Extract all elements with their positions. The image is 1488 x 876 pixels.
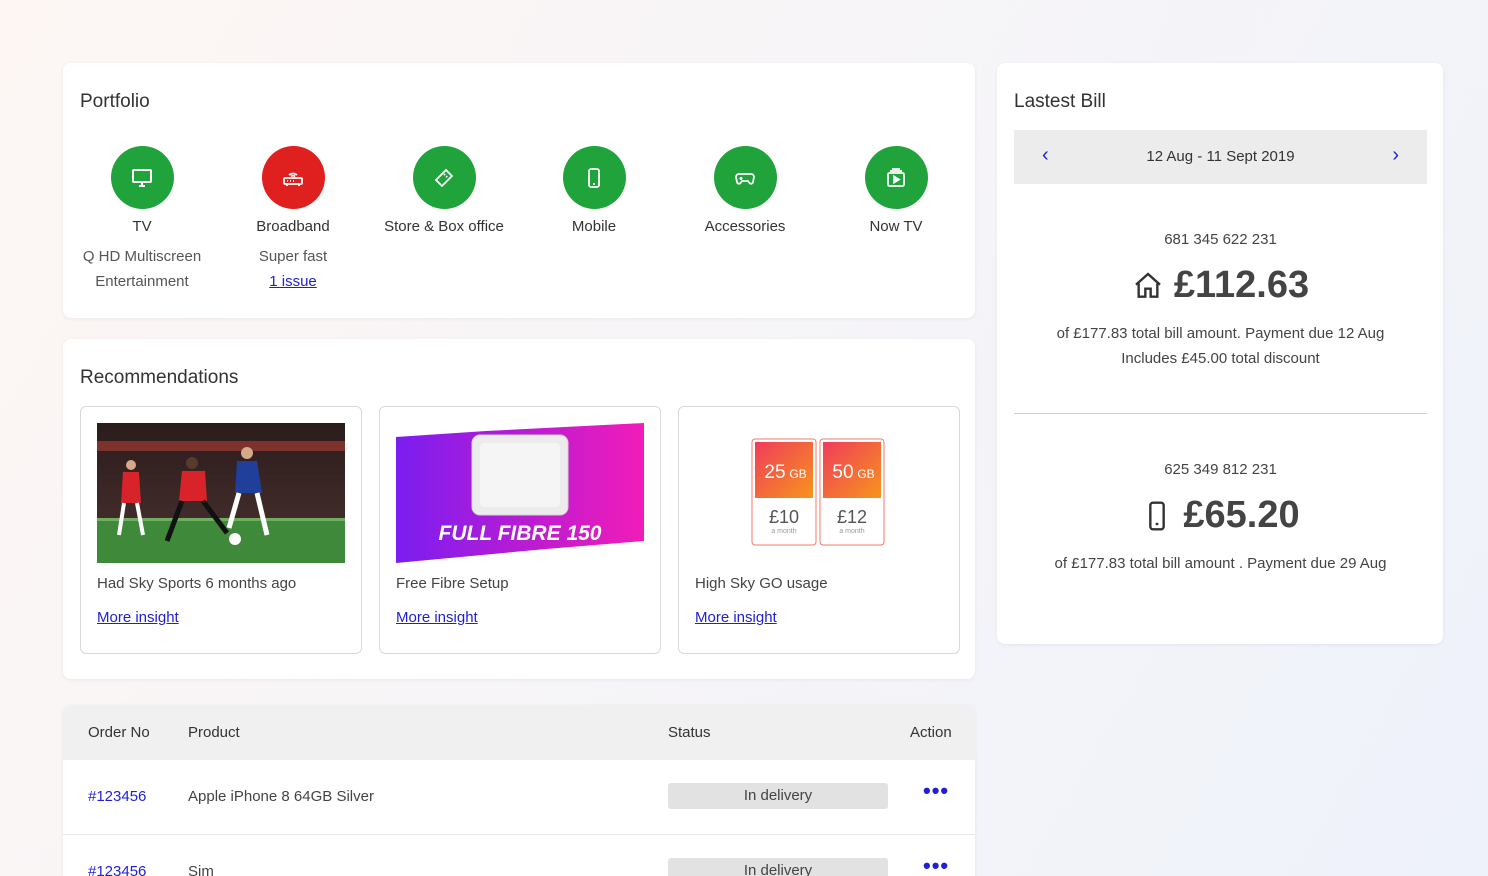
portfolio-item-broadband[interactable]: Broadband Super fast 1 issue: [218, 146, 368, 294]
recommendations-card: Recommendations Had Sky Sports 6 months …: [63, 339, 975, 679]
router-icon: [261, 146, 325, 209]
bill-description-line: of £177.83 total bill amount . Payment d…: [1054, 555, 1387, 572]
recommendations-title: Recommendations: [80, 367, 239, 388]
plan-card-50gb: 50 GB £12 a month: [819, 438, 885, 546]
plan-period: a month: [839, 528, 864, 535]
column-header-product: Product: [188, 724, 240, 741]
bill-period: 12 Aug - 11 Sept 2019: [1146, 148, 1295, 165]
more-actions-button[interactable]: •••: [923, 778, 949, 804]
more-insight-link[interactable]: More insight: [695, 609, 777, 626]
portfolio-item-subtitle: Super fast 1 issue: [218, 244, 368, 294]
bill-account-home: 681 345 622 231 £112.63 of £177.83 total…: [1014, 231, 1427, 371]
more-insight-link[interactable]: More insight: [396, 609, 478, 626]
column-header-order-no: Order No: [88, 724, 150, 741]
bill-period-selector: ‹ 12 Aug - 11 Sept 2019 ›: [1014, 130, 1427, 184]
recommendation-text: High Sky GO usage: [695, 575, 828, 592]
home-icon: [1135, 271, 1161, 298]
bill-description-line: of £177.83 total bill amount. Payment du…: [1056, 325, 1385, 342]
column-header-action: Action: [910, 724, 952, 741]
order-product: Sim: [188, 863, 214, 876]
more-actions-button[interactable]: •••: [923, 853, 949, 876]
account-number: 625 349 812 231: [1164, 461, 1277, 478]
portfolio-item-name: Store & Box office: [384, 218, 504, 235]
bill-description: of £177.83 total bill amount. Payment du…: [1014, 321, 1427, 371]
more-insight-link[interactable]: More insight: [97, 609, 179, 626]
plan-price: £10: [769, 507, 799, 527]
gamepad-icon: [713, 146, 777, 209]
bill-description: of £177.83 total bill amount . Payment d…: [1014, 551, 1427, 576]
data-plans-image: 25 GB £10 a month 50 GB £12 a month: [695, 423, 943, 563]
status-badge: In delivery: [668, 858, 888, 876]
portfolio-item-sub1: Q HD Multiscreen: [82, 248, 202, 265]
portfolio-item-name: TV: [132, 218, 152, 235]
order-number-link[interactable]: #123456: [88, 863, 146, 876]
portfolio-item-name: Accessories: [704, 218, 786, 235]
recommendation-sky-go[interactable]: 25 GB £10 a month 50 GB £12 a month High…: [678, 406, 960, 654]
bill-amount-line: £112.63: [1014, 264, 1427, 307]
portfolio-item-sub2: Entertainment: [95, 273, 189, 290]
account-number: 681 345 622 231: [1164, 231, 1277, 248]
ticket-icon: [412, 146, 476, 209]
portfolio-item-mobile[interactable]: Mobile: [519, 146, 669, 235]
plan-period: a month: [771, 528, 796, 535]
plan-card-25gb: 25 GB £10 a month: [751, 438, 817, 546]
plan-unit: GB: [789, 467, 806, 481]
portfolio-item-sub1: Super fast: [258, 248, 328, 265]
full-fibre-banner-text: FULL FIBRE 150: [439, 522, 602, 545]
table-row: #123456 Sim In delivery •••: [63, 835, 975, 876]
column-header-status: Status: [668, 724, 711, 741]
bill-title: Lastest Bill: [1014, 91, 1106, 112]
orders-table-header: Order No Product Status Action: [63, 705, 975, 760]
table-row: #123456 Apple iPhone 8 64GB Silver In de…: [63, 760, 975, 835]
portfolio-item-store[interactable]: Store & Box office: [369, 146, 519, 235]
football-match-image: [97, 423, 345, 563]
portfolio-item-accessories[interactable]: Accessories: [670, 146, 820, 235]
latest-bill-card: Lastest Bill ‹ 12 Aug - 11 Sept 2019 › 6…: [997, 63, 1443, 644]
bill-discount-line: Includes £45.00 total discount: [1121, 350, 1320, 367]
plan-unit: GB: [857, 467, 874, 481]
status-badge: In delivery: [668, 783, 888, 809]
now-tv-icon: [864, 146, 928, 209]
bill-amount: £65.20: [1183, 494, 1300, 536]
broadband-issue-link[interactable]: 1 issue: [218, 269, 368, 294]
bill-account-mobile: 625 349 812 231 £65.20 of £177.83 total …: [1014, 461, 1427, 576]
recommendation-sky-sports[interactable]: Had Sky Sports 6 months ago More insight: [80, 406, 362, 654]
chevron-right-icon[interactable]: ›: [1392, 144, 1399, 167]
plan-data: 25: [764, 462, 785, 483]
recommendation-text: Free Fibre Setup: [396, 575, 509, 592]
mobile-icon: [1149, 500, 1166, 531]
full-fibre-banner: FULL FIBRE 150: [396, 423, 644, 563]
recommendation-text: Had Sky Sports 6 months ago: [97, 575, 297, 592]
portfolio-card: Portfolio TV Q HD Multiscreen Entertainm…: [63, 63, 975, 318]
portfolio-item-tv[interactable]: TV Q HD Multiscreen Entertainment: [67, 146, 217, 294]
plan-data: 50: [832, 462, 853, 483]
order-number-link[interactable]: #123456: [88, 788, 146, 805]
bill-amount-line: £65.20: [1014, 494, 1427, 537]
portfolio-item-now-tv[interactable]: Now TV: [821, 146, 971, 235]
portfolio-item-name: Broadband: [256, 218, 330, 235]
order-product: Apple iPhone 8 64GB Silver: [188, 788, 374, 805]
mobile-icon: [562, 146, 626, 209]
plan-price: £12: [837, 507, 867, 527]
tv-icon: [110, 146, 174, 209]
bill-divider: [1014, 413, 1427, 414]
bill-amount: £112.63: [1173, 264, 1310, 306]
portfolio-item-name: Mobile: [571, 218, 617, 235]
portfolio-item-name: Now TV: [869, 218, 923, 235]
portfolio-title: Portfolio: [80, 91, 150, 112]
orders-table: Order No Product Status Action #123456 A…: [63, 705, 975, 876]
portfolio-item-subtitle: Q HD Multiscreen Entertainment: [67, 244, 217, 294]
recommendation-fibre[interactable]: FULL FIBRE 150 Free Fibre Setup More ins…: [379, 406, 661, 654]
